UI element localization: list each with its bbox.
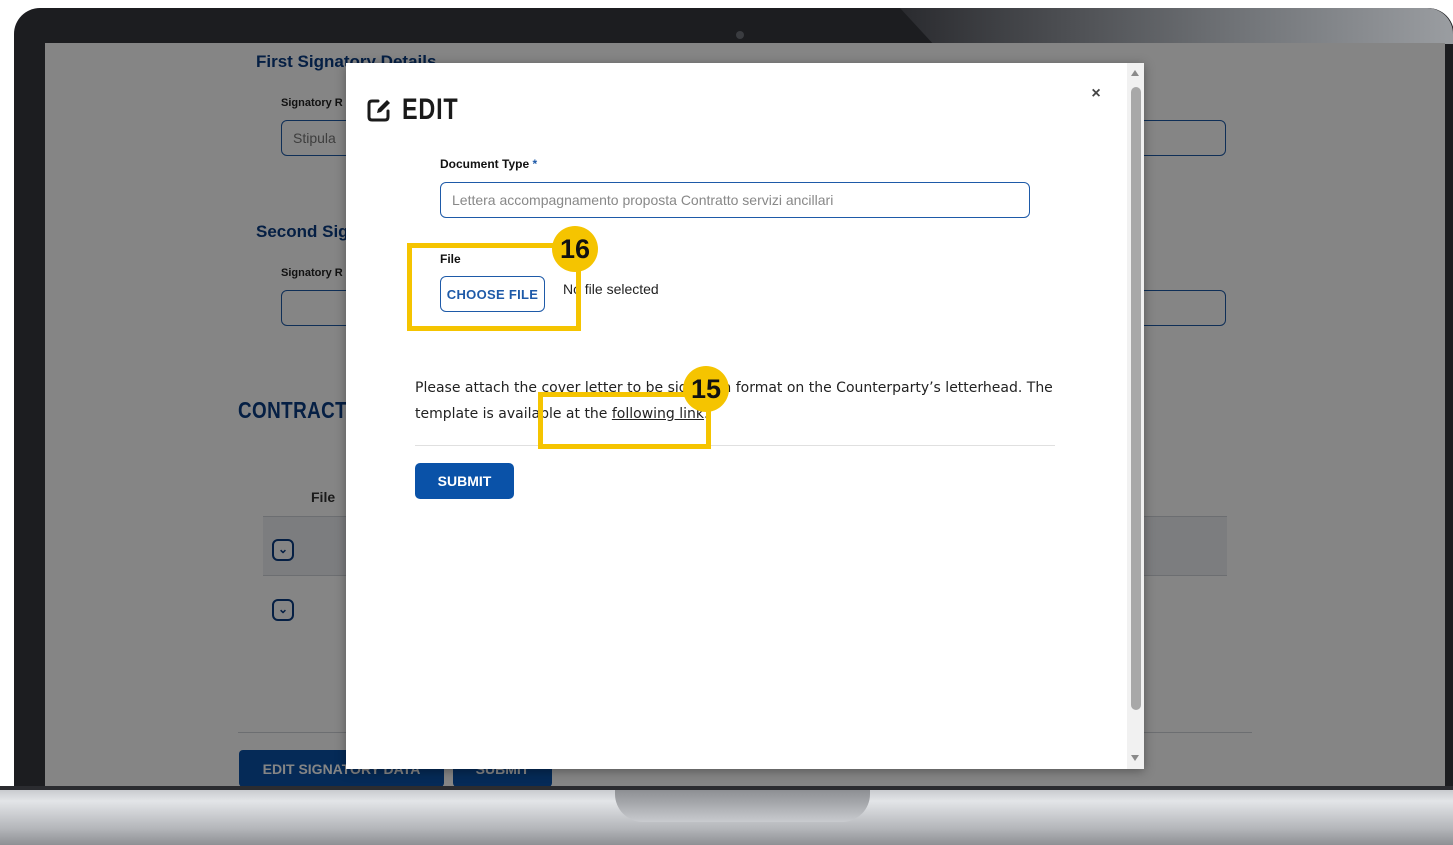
attachment-note: Please attach the cover letter to be sig… [415, 375, 1055, 427]
modal-header: EDIT [366, 93, 474, 127]
step-badge-15: 15 [683, 366, 729, 412]
highlight-box-15 [538, 392, 711, 449]
scroll-up-icon[interactable] [1131, 70, 1139, 76]
submit-button[interactable]: SUBMIT [415, 463, 514, 499]
document-type-input[interactable] [440, 182, 1030, 218]
close-icon[interactable]: × [1087, 85, 1105, 103]
bezel-reflection [900, 8, 1453, 44]
modal-scrollbar[interactable] [1127, 63, 1144, 769]
scroll-down-icon[interactable] [1131, 755, 1139, 761]
screen: First Signatory Details Signatory R Stip… [45, 43, 1445, 790]
modal-divider [415, 445, 1055, 446]
scroll-thumb[interactable] [1131, 87, 1141, 710]
camera-icon [736, 31, 744, 39]
document-type-label-text: Document Type [440, 157, 530, 171]
modal-title: EDIT [402, 93, 459, 126]
edit-modal: × EDIT Document Type * File CHOOSE FILE … [346, 63, 1144, 769]
laptop-notch [615, 790, 870, 822]
edit-icon [367, 99, 390, 122]
document-type-label: Document Type * [440, 157, 537, 171]
required-marker: * [532, 157, 538, 171]
step-badge-16: 16 [552, 226, 598, 272]
attachment-note-text: Please attach the cover letter to be sig… [415, 380, 1053, 422]
